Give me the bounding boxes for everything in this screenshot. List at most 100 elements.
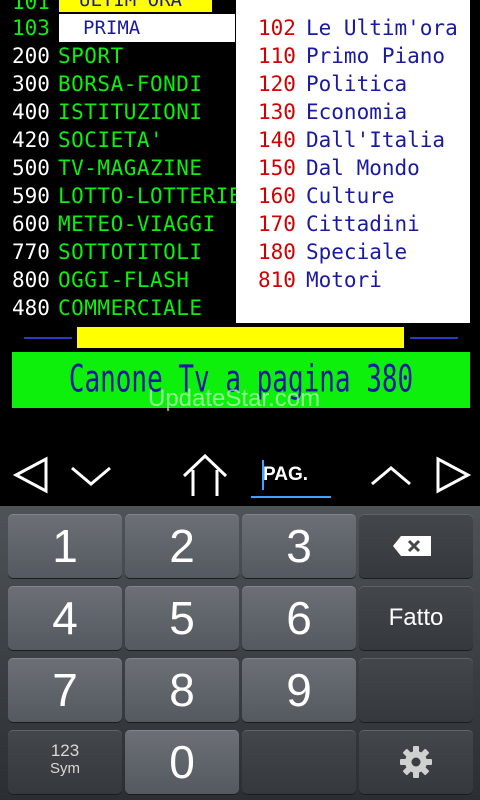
- header-label[interactable]: ULTIM'ORA: [59, 0, 212, 12]
- menu-item-istituzioni[interactable]: 400 ISTITUZIONI: [12, 98, 203, 126]
- page-number: 140: [258, 128, 296, 152]
- key-9[interactable]: 9: [242, 658, 356, 722]
- page-number: 102: [258, 16, 296, 40]
- page-down-button[interactable]: [66, 450, 116, 500]
- page-number: 130: [258, 100, 296, 124]
- page-number: 200: [12, 44, 50, 68]
- input-underline: [251, 496, 331, 498]
- separator-line: [24, 337, 72, 339]
- page-number: 590: [12, 184, 50, 208]
- symbols-label-bottom: Sym: [50, 760, 80, 777]
- yellow-bar: [77, 327, 404, 348]
- backspace-icon: [393, 536, 431, 556]
- navigation-bar: PAG.: [0, 442, 480, 506]
- home-button[interactable]: [180, 450, 230, 500]
- page-number: 120: [258, 72, 296, 96]
- page-number: 300: [12, 72, 50, 96]
- news-item-label: Motori: [306, 268, 382, 292]
- menu-item-commerciale[interactable]: 480 COMMERCIALE: [12, 294, 203, 322]
- key-label: 8: [169, 664, 195, 716]
- symbols-label-top: 123: [50, 741, 80, 760]
- key-3[interactable]: 3: [242, 514, 356, 578]
- news-item-label: Politica: [306, 72, 408, 96]
- settings-gear-icon: [400, 746, 432, 778]
- key-label: 7: [52, 664, 78, 716]
- news-item-label: Cittadini: [306, 212, 420, 236]
- menu-item-tv-magazine[interactable]: 500 TV-MAGAZINE: [12, 154, 203, 182]
- news-item-cittadini[interactable]: 170 Cittadini: [258, 210, 420, 238]
- news-item-label: Dal Mondo: [306, 156, 420, 180]
- backspace-key[interactable]: [359, 514, 473, 578]
- key-0[interactable]: 0: [125, 730, 239, 794]
- next-page-button[interactable]: [426, 450, 476, 500]
- menu-item-lotto-lotterie[interactable]: 590 LOTTO-LOTTERIE: [12, 182, 242, 210]
- chevron-up-icon: [371, 466, 411, 486]
- menu-item-prima[interactable]: 103: [12, 14, 58, 42]
- news-item-motori[interactable]: 810 Motori: [258, 266, 382, 294]
- menu-item-label[interactable]: PRIMA: [59, 14, 235, 42]
- page-number: 500: [12, 156, 50, 180]
- numeric-keyboard: 1 2 3 4 5 6 Fatto 7 8 9 123 Sym 0: [0, 506, 480, 800]
- menu-item-societa[interactable]: 420 SOCIETA': [12, 126, 163, 154]
- menu-item-sottotitoli[interactable]: 770 SOTTOTITOLI: [12, 238, 203, 266]
- key-label: 9: [286, 664, 312, 716]
- news-item-economia[interactable]: 130 Economia: [258, 98, 407, 126]
- page-number: 170: [258, 212, 296, 236]
- text-cursor: [262, 460, 264, 490]
- key-label: 2: [169, 520, 195, 572]
- key-8[interactable]: 8: [125, 658, 239, 722]
- news-item-politica[interactable]: 120 Politica: [258, 70, 407, 98]
- separator-line: [410, 337, 458, 339]
- page-number: 810: [258, 268, 296, 292]
- page-number: 180: [258, 240, 296, 264]
- menu-item-label: COMMERCIALE: [58, 296, 203, 320]
- settings-key[interactable]: [359, 730, 473, 794]
- key-2[interactable]: 2: [125, 514, 239, 578]
- key-label: 3: [286, 520, 312, 572]
- key-label: 6: [286, 592, 312, 644]
- teletext-page: 101 ULTIM'ORA 103 PRIMA 200 SPORT 300 BORS…: [0, 0, 480, 430]
- menu-item-meteo-viaggi[interactable]: 600 METEO-VIAGGI: [12, 210, 216, 238]
- news-item-label: Speciale: [306, 240, 408, 264]
- key-label: 0: [169, 736, 195, 788]
- watermark: UpdateStar.com: [148, 385, 321, 412]
- page-number: 150: [258, 156, 296, 180]
- news-item-speciale[interactable]: 180 Speciale: [258, 238, 407, 266]
- key-7[interactable]: 7: [8, 658, 122, 722]
- menu-item-label: SOTTOTITOLI: [58, 240, 203, 264]
- news-item-dallitalia[interactable]: 140 Dall'Italia: [258, 126, 445, 154]
- page-number: 600: [12, 212, 50, 236]
- menu-item-oggi-flash[interactable]: 800 OGGI-FLASH: [12, 266, 189, 294]
- menu-item-label: METEO-VIAGGI: [58, 212, 216, 236]
- menu-item-label: ISTITUZIONI: [58, 100, 203, 124]
- key-5[interactable]: 5: [125, 586, 239, 650]
- key-4[interactable]: 4: [8, 586, 122, 650]
- home-icon: [182, 453, 228, 496]
- page-number: 420: [12, 128, 50, 152]
- key-6[interactable]: 6: [242, 586, 356, 650]
- chevron-down-icon: [71, 466, 111, 486]
- news-item-ultimora[interactable]: 102 Le Ultim'ora: [258, 14, 458, 42]
- page-number-input[interactable]: PAG.: [251, 454, 331, 498]
- page-number: 400: [12, 100, 50, 124]
- menu-item-label: LOTTO-LOTTERIE: [58, 184, 243, 208]
- menu-item-borsa-fondi[interactable]: 300 BORSA-FONDI: [12, 70, 203, 98]
- key-1[interactable]: 1: [8, 514, 122, 578]
- key-label: 5: [169, 592, 195, 644]
- blank-key[interactable]: [242, 730, 356, 794]
- news-item-dal-mondo[interactable]: 150 Dal Mondo: [258, 154, 420, 182]
- page-up-button[interactable]: [366, 450, 416, 500]
- page-number: 480: [12, 296, 50, 320]
- key-label: 1: [52, 520, 78, 572]
- news-item-culture[interactable]: 160 Culture: [258, 182, 395, 210]
- page-input-placeholder: PAG.: [263, 464, 309, 485]
- done-key[interactable]: Fatto: [359, 586, 473, 650]
- news-item-label: Le Ultim'ora: [306, 16, 458, 40]
- news-item-primo-piano[interactable]: 110 Primo Piano: [258, 42, 445, 70]
- blank-key[interactable]: [359, 658, 473, 722]
- previous-page-button[interactable]: [8, 450, 58, 500]
- menu-item-sport[interactable]: 200 SPORT: [12, 42, 124, 70]
- symbols-key[interactable]: 123 Sym: [8, 730, 122, 794]
- menu-item-label: TV-MAGAZINE: [58, 156, 203, 180]
- page-number: 160: [258, 184, 296, 208]
